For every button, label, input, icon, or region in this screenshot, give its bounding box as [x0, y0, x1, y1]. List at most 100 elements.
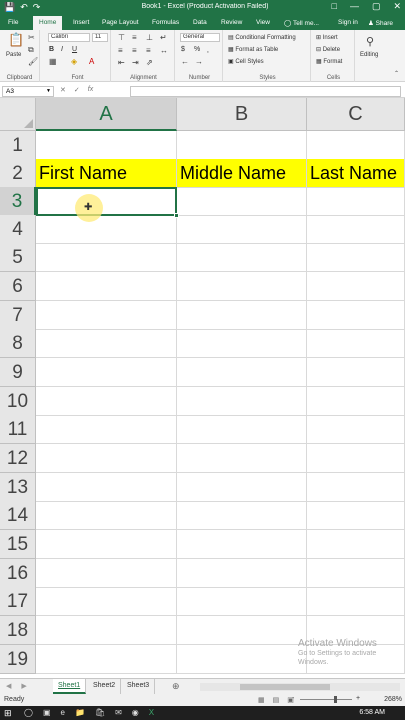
cell-b17[interactable]	[177, 587, 307, 616]
merge-center-icon[interactable]: ↔	[160, 46, 168, 55]
cell-c6[interactable]	[307, 272, 405, 301]
name-box[interactable]: A3 ▼	[2, 86, 54, 97]
row-header[interactable]: 19	[0, 645, 36, 674]
maximize-icon[interactable]: ▢	[372, 1, 381, 12]
column-header-c[interactable]: C	[307, 98, 405, 131]
cell-a1[interactable]	[36, 131, 177, 160]
delete-cells-button[interactable]: ⊟ Delete	[316, 46, 340, 53]
windows-start-icon[interactable]: ⊞	[4, 708, 12, 719]
cell-c13[interactable]	[307, 473, 405, 502]
cell-b6[interactable]	[177, 272, 307, 301]
cell-a2[interactable]: First Name	[36, 159, 177, 188]
tell-me-search[interactable]: ◯ Tell me...	[284, 19, 319, 27]
worksheet-grid[interactable]: A B C 1 2 3 4 5 6 7 8 9 10 11 12 13 14 1…	[0, 98, 405, 678]
row-header[interactable]: 7	[0, 301, 36, 330]
align-bottom-icon[interactable]: ⊥	[146, 33, 153, 42]
column-header-a[interactable]: A	[36, 98, 177, 131]
row-header[interactable]: 8	[0, 329, 36, 358]
cell-a8[interactable]	[36, 329, 177, 358]
redo-icon[interactable]: ↷	[33, 2, 41, 13]
tab-review[interactable]: Review	[221, 19, 242, 26]
cell-b7[interactable]	[177, 301, 307, 330]
cell-c17[interactable]	[307, 587, 405, 616]
excel-icon[interactable]: X	[149, 708, 154, 717]
increase-decimal-icon[interactable]: ←	[181, 57, 189, 66]
collapse-ribbon-icon[interactable]: ⌃	[394, 70, 399, 77]
cell-c4[interactable]	[307, 215, 405, 244]
cell-c16[interactable]	[307, 559, 405, 588]
cell-b11[interactable]	[177, 415, 307, 444]
app-icon[interactable]: ◉	[132, 708, 139, 717]
sheet-tab-sheet1[interactable]: Sheet1	[53, 679, 87, 694]
row-header[interactable]: 17	[0, 587, 36, 616]
row-header[interactable]: 15	[0, 530, 36, 559]
cell-a14[interactable]	[36, 501, 177, 530]
cell-b15[interactable]	[177, 530, 307, 559]
cut-icon[interactable]: ✂	[28, 33, 35, 42]
tab-data[interactable]: Data	[193, 19, 207, 26]
cell-a15[interactable]	[36, 530, 177, 559]
cell-b18[interactable]	[177, 616, 307, 645]
task-view-icon[interactable]: ▣	[43, 708, 51, 717]
italic-button[interactable]: I	[61, 46, 63, 53]
align-right-icon[interactable]: ≡	[146, 46, 151, 55]
horizontal-scrollbar[interactable]	[200, 683, 400, 691]
cell-b1[interactable]	[177, 131, 307, 160]
cell-b19[interactable]	[177, 645, 307, 674]
row-header[interactable]: 18	[0, 616, 36, 645]
tab-formulas[interactable]: Formulas	[152, 19, 179, 26]
cell-b13[interactable]	[177, 473, 307, 502]
cell-b4[interactable]	[177, 215, 307, 244]
cell-c5[interactable]	[307, 243, 405, 272]
cell-b3[interactable]	[177, 187, 307, 216]
cell-a17[interactable]	[36, 587, 177, 616]
next-sheet-icon[interactable]: ▶	[21, 682, 26, 690]
align-top-icon[interactable]: ⊤	[118, 33, 125, 42]
cell-b10[interactable]	[177, 387, 307, 416]
cell-a12[interactable]	[36, 444, 177, 473]
cell-c12[interactable]	[307, 444, 405, 473]
paste-button[interactable]: Paste	[6, 52, 21, 58]
font-name-select[interactable]: Calibri	[48, 33, 90, 42]
tab-page-layout[interactable]: Page Layout	[102, 19, 139, 26]
save-icon[interactable]: 💾	[4, 2, 15, 13]
normal-view-icon[interactable]: ▦	[258, 696, 265, 704]
row-header[interactable]: 16	[0, 559, 36, 588]
undo-icon[interactable]: ↶	[20, 2, 28, 13]
zoom-in-button[interactable]: +	[356, 695, 360, 702]
tab-insert[interactable]: Insert	[73, 19, 89, 26]
scrollbar-thumb[interactable]	[240, 684, 330, 690]
page-layout-view-icon[interactable]: ▤	[273, 696, 280, 704]
decrease-indent-icon[interactable]: ⇤	[118, 58, 125, 67]
enter-icon[interactable]: ✓	[74, 86, 80, 94]
zoom-slider[interactable]	[300, 696, 352, 703]
cell-c1[interactable]	[307, 131, 405, 160]
taskbar-clock[interactable]: 6:58 AM	[359, 709, 385, 716]
prev-sheet-icon[interactable]: ◀	[6, 682, 11, 690]
increase-indent-icon[interactable]: ⇥	[132, 58, 139, 67]
file-explorer-icon[interactable]: 📁	[75, 708, 85, 717]
currency-button[interactable]: $	[181, 46, 185, 53]
cell-b12[interactable]	[177, 444, 307, 473]
cancel-icon[interactable]: ✕	[60, 86, 66, 94]
row-header[interactable]: 11	[0, 415, 36, 444]
cell-c10[interactable]	[307, 387, 405, 416]
align-middle-icon[interactable]: ≡	[132, 33, 137, 42]
cell-a7[interactable]	[36, 301, 177, 330]
cell-a13[interactable]	[36, 473, 177, 502]
cell-c15[interactable]	[307, 530, 405, 559]
format-cells-button[interactable]: ▦ Format	[316, 58, 342, 65]
cell-c14[interactable]	[307, 501, 405, 530]
cell-a19[interactable]	[36, 645, 177, 674]
bold-button[interactable]: B	[49, 46, 54, 53]
format-painter-icon[interactable]: 🖌	[28, 57, 38, 66]
align-left-icon[interactable]: ≡	[118, 46, 123, 55]
percent-button[interactable]: %	[194, 46, 200, 53]
ribbon-display-icon[interactable]: □	[332, 1, 337, 12]
zoom-out-button[interactable]: -	[292, 695, 294, 702]
cell-c7[interactable]	[307, 301, 405, 330]
row-header[interactable]: 2	[0, 159, 36, 188]
cell-a4[interactable]	[36, 215, 177, 244]
row-header-selected[interactable]: 3	[0, 187, 36, 216]
active-cell-outline[interactable]	[36, 187, 179, 218]
